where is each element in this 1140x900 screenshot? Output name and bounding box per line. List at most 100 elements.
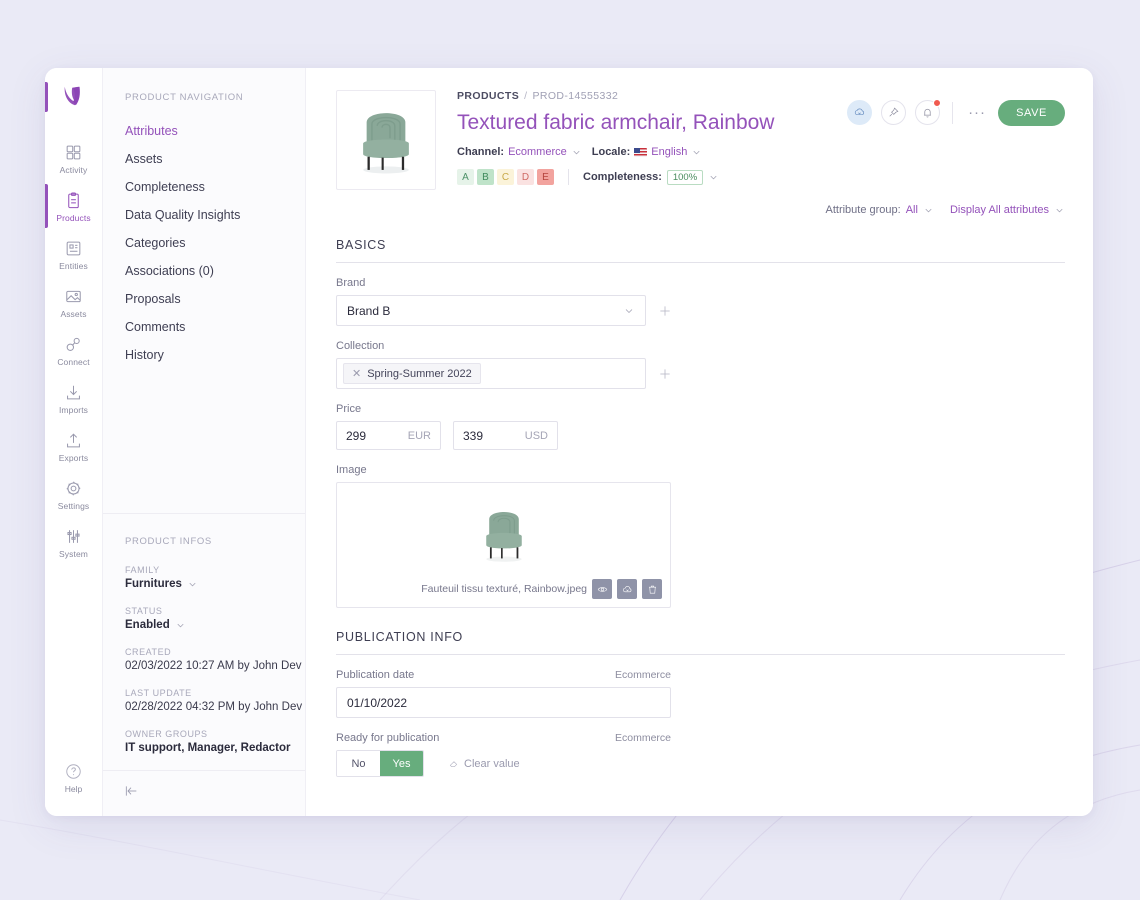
breadcrumb-product-id: PROD-14555332 [532,90,619,102]
chevron-down-icon [710,175,717,180]
rail-label-help: Help [64,784,83,794]
add-brand-icon[interactable] [658,304,672,318]
grade-d[interactable]: D [517,169,534,186]
field-ready-for-publication: Ready for publication Ecommerce No Yes C… [336,732,1065,777]
rail-item-products[interactable]: Products [45,182,102,230]
status-value: Enabled [125,619,170,631]
family-value-row[interactable]: Furnitures [125,578,305,590]
attribute-filters: Attribute group: All Display All attribu… [306,190,1093,216]
product-thumbnail[interactable] [336,90,436,190]
toggle-option-yes[interactable]: Yes [380,751,423,776]
grade-c[interactable]: C [497,169,514,186]
product-infos-section: PRODUCT INFOS FAMILY Furnitures STATUS E… [103,513,305,770]
nav-item-data-quality-insights[interactable]: Data Quality Insights [125,201,305,229]
chevron-down-icon [925,208,932,212]
status-value-row[interactable]: Enabled [125,619,305,631]
publication-date-head: Publication date Ecommerce [336,669,671,687]
ready-label: Ready for publication [336,732,440,744]
cloud-refresh-icon [854,108,865,116]
rail-item-entities[interactable]: Entities [45,230,102,278]
image-filename: Fauteuil tissu texturé, Rainbow.jpeg [421,583,587,595]
nav-item-associations[interactable]: Associations (0) [125,257,305,285]
main-content: PRODUCTS / PROD-14555332 Textured fabric… [306,68,1093,816]
locale-selector[interactable]: Locale: English [592,146,703,158]
nav-item-completeness[interactable]: Completeness [125,173,305,201]
rail-item-assets[interactable]: Assets [45,278,102,326]
toggle-option-no[interactable]: No [337,751,380,776]
product-meta-row: Channel: Ecommerce Locale: English [457,146,847,158]
rail-item-exports[interactable]: Exports [45,422,102,470]
rail-item-activity[interactable]: Activity [45,134,102,182]
collection-tag[interactable]: ✕ Spring-Summer 2022 [343,363,481,384]
download-image-button[interactable] [617,579,637,599]
rail-label-imports: Imports [58,405,89,415]
grade-b[interactable]: B [477,169,494,186]
publish-button[interactable] [847,100,873,125]
price-usd-input[interactable]: 339 USD [453,421,558,450]
grade-a[interactable]: A [457,169,474,186]
attributes-form: BASICS Brand Brand B Collection ✕ Spring… [306,216,1093,777]
locale-value: English [651,146,688,159]
nav-list: Attributes Assets Completeness Data Qual… [103,103,305,369]
more-actions-button[interactable]: ··· [965,100,989,124]
breadcrumb-root[interactable]: PRODUCTS [457,90,519,102]
display-attributes-filter[interactable]: Display All attributes [950,204,1065,216]
channel-value: Ecommerce [508,146,567,159]
akeneo-logo[interactable] [45,68,102,124]
product-info-status: STATUS Enabled [125,606,305,631]
last-update-label: LAST UPDATE [125,688,192,698]
rail-item-help[interactable]: Help [45,762,102,794]
remove-tag-icon[interactable]: ✕ [352,367,361,380]
product-info-last-update: LAST UPDATE 02/28/2022 04:32 PM by John … [125,688,305,713]
chevron-down-icon [573,150,580,155]
brand-select[interactable]: Brand B [336,295,646,326]
clear-value-button[interactable]: Clear value [448,758,520,770]
notifications-button[interactable] [915,99,942,125]
divider [952,102,954,124]
brand-value: Brand B [347,303,391,318]
save-button[interactable]: SAVE [998,100,1065,126]
chevron-down-icon [1056,208,1063,212]
completeness-indicator[interactable]: Completeness: 100% [583,169,719,185]
product-infos-title: PRODUCT INFOS [125,536,212,547]
grade-e[interactable]: E [537,169,554,186]
nav-item-assets[interactable]: Assets [125,145,305,173]
collection-multiselect[interactable]: ✕ Spring-Summer 2022 [336,358,646,389]
delete-image-button[interactable] [642,579,662,599]
rail-label-assets: Assets [60,309,87,319]
rail-item-settings[interactable]: Settings [45,470,102,518]
channel-selector[interactable]: Channel: Ecommerce [457,146,582,158]
pin-button[interactable] [881,100,907,125]
product-header-text: PRODUCTS / PROD-14555332 Textured fabric… [457,90,847,190]
question-circle-icon [66,764,81,779]
image-upload-box[interactable]: Fauteuil tissu texturé, Rainbow.jpeg [336,482,671,608]
field-brand: Brand Brand B [336,277,1065,326]
price-usd-value: 339 [463,428,484,443]
ready-scope: Ecommerce [614,732,671,744]
rail-item-connect[interactable]: Connect [45,326,102,374]
collection-tag-label: Spring-Summer 2022 [367,367,472,380]
header-actions: ··· SAVE [847,90,1065,190]
product-header: PRODUCTS / PROD-14555332 Textured fabric… [306,68,1093,190]
akeneo-logo-icon [64,86,80,106]
nav-item-categories[interactable]: Categories [125,229,305,257]
collapse-left-icon [125,786,137,796]
rail-item-system[interactable]: System [45,518,102,566]
rail-label-exports: Exports [58,453,89,463]
notification-badge [933,99,942,107]
eraser-icon [449,761,458,768]
price-eur-input[interactable]: 299 EUR [336,421,441,450]
collection-row: ✕ Spring-Summer 2022 [336,358,1065,389]
add-collection-icon[interactable] [658,367,672,381]
product-info-family: FAMILY Furnitures [125,565,305,590]
rail-label-entities: Entities [59,261,88,271]
attribute-group-filter[interactable]: Attribute group: All [826,204,934,216]
publication-date-input[interactable]: 01/10/2022 [336,687,671,718]
nav-collapse-button[interactable] [103,770,305,816]
nav-item-comments[interactable]: Comments [125,313,305,341]
nav-item-proposals[interactable]: Proposals [125,285,305,313]
preview-image-button[interactable] [592,579,612,599]
nav-item-history[interactable]: History [125,341,305,369]
rail-item-imports[interactable]: Imports [45,374,102,422]
nav-item-attributes[interactable]: Attributes [125,117,305,145]
